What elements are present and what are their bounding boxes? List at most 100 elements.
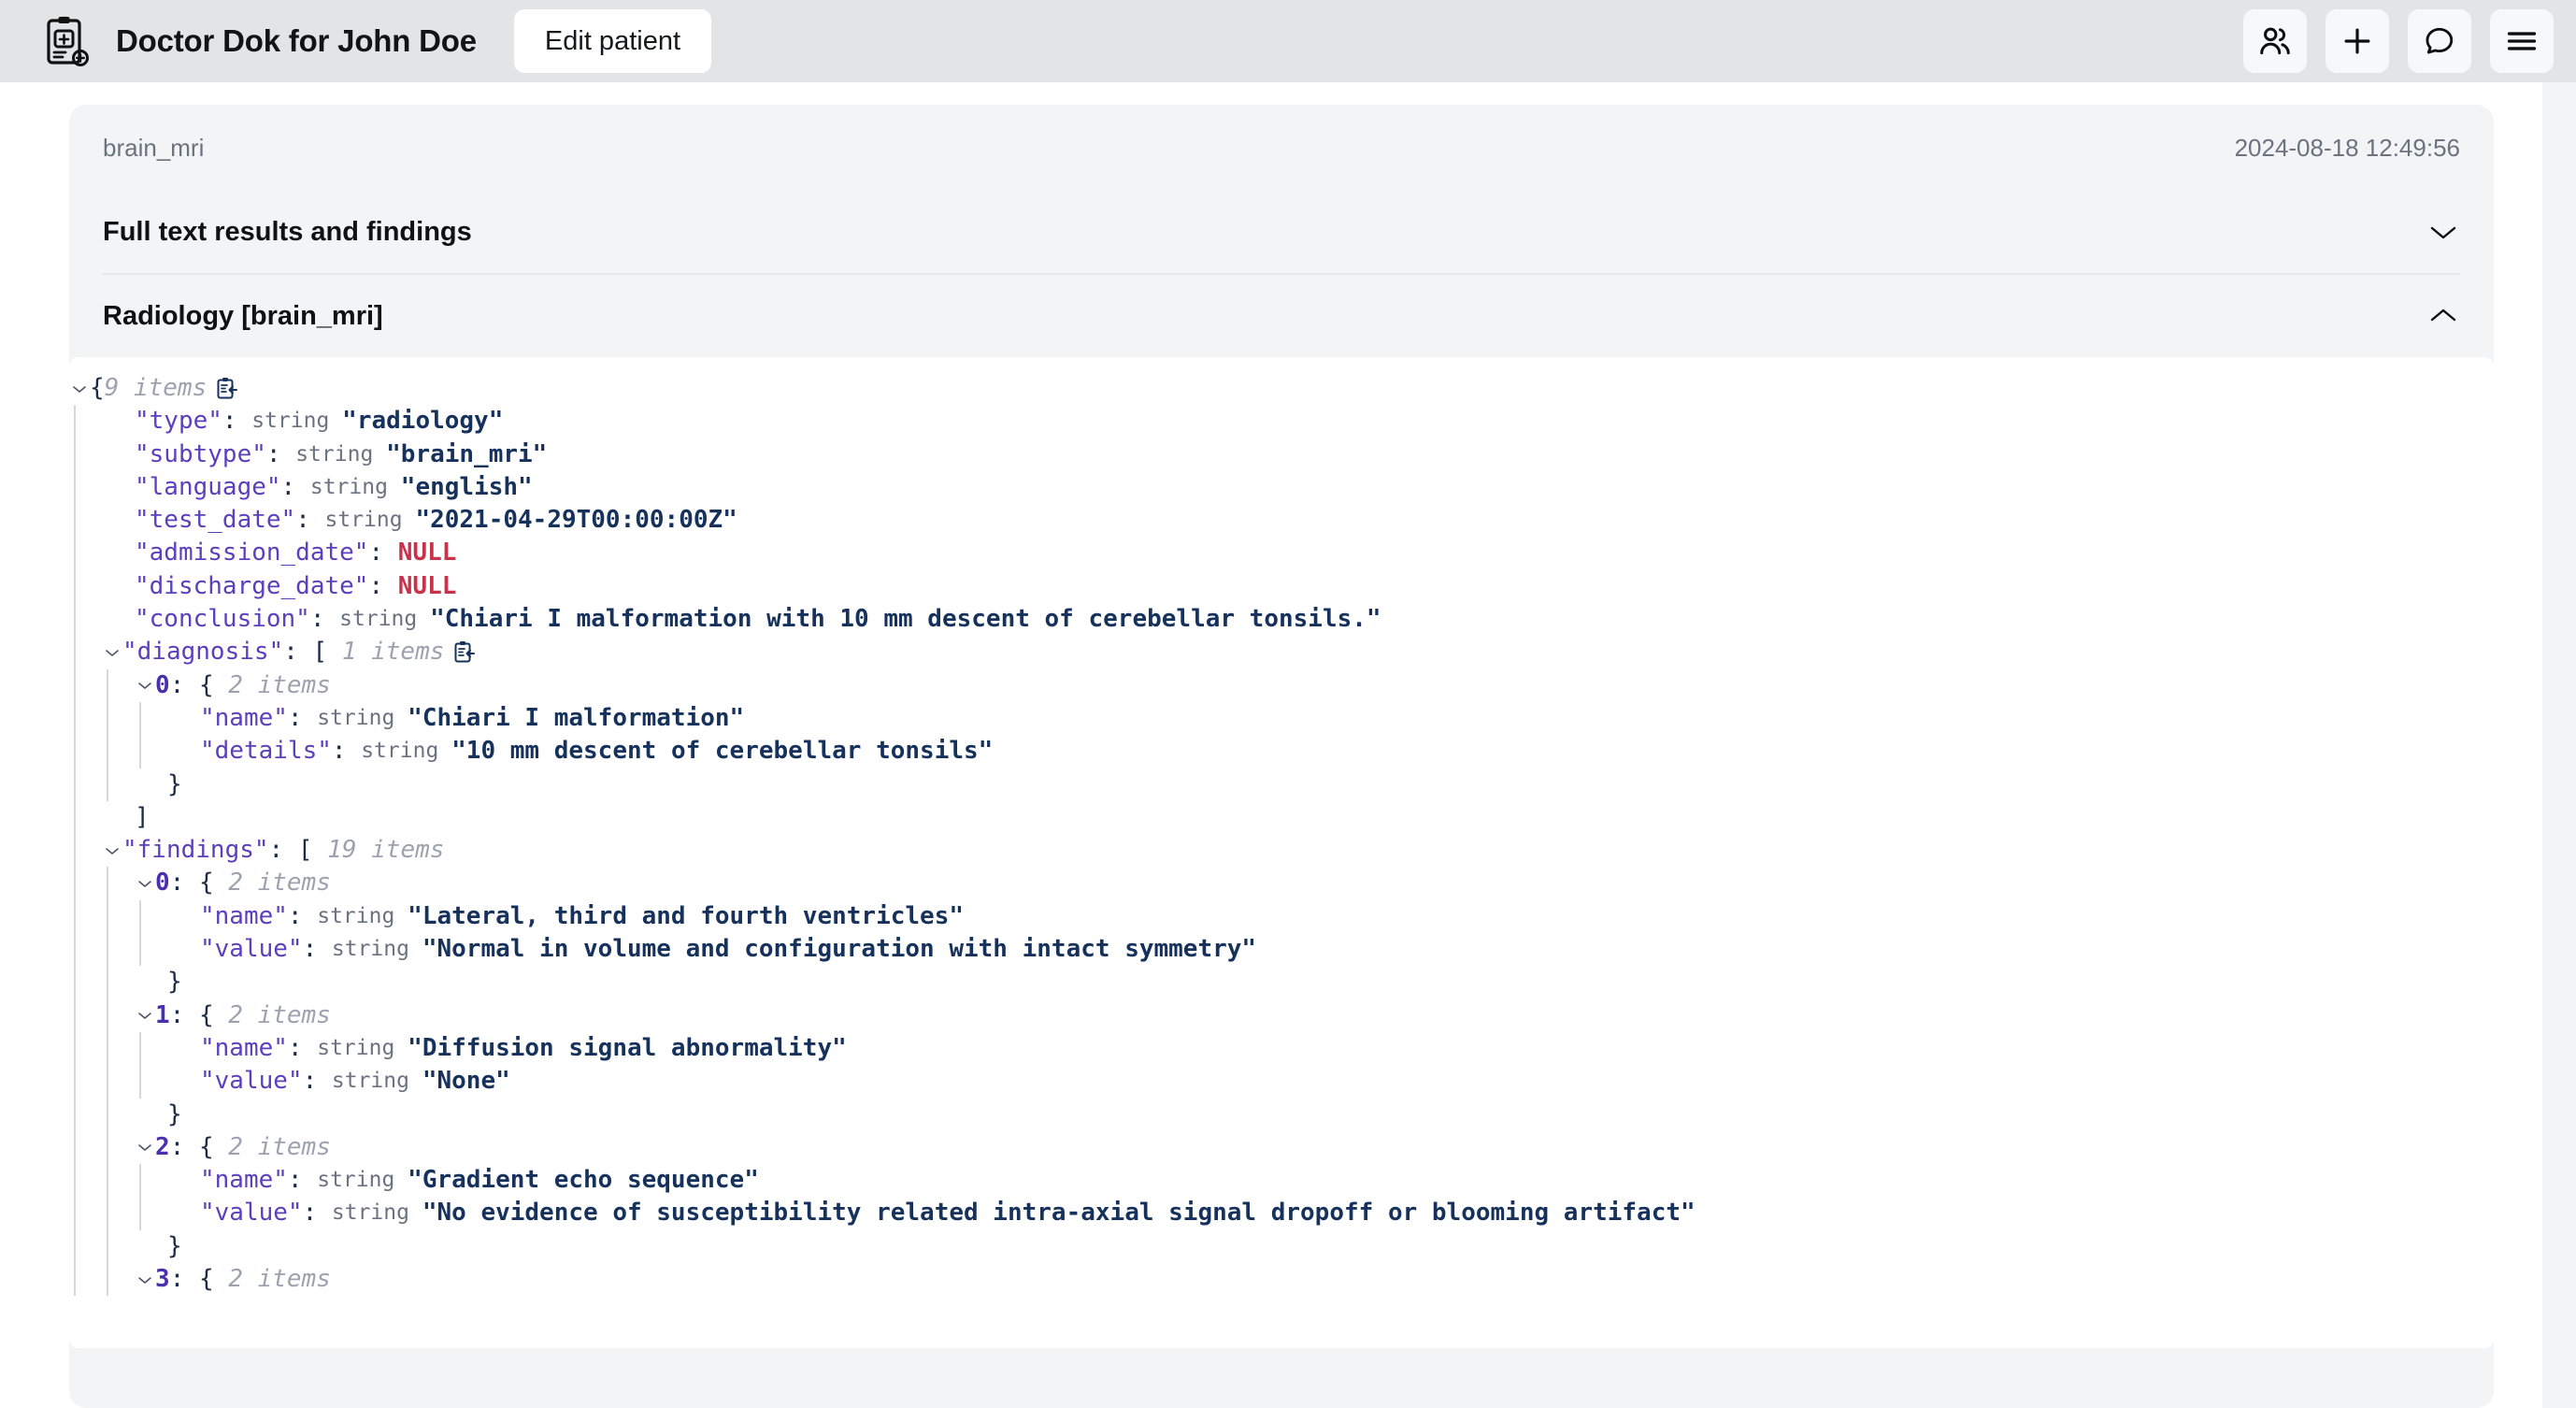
tree-guide-line (69, 405, 102, 438)
json-row: "conclusion": string "Chiari I malformat… (69, 603, 2494, 637)
json-array-index: 2 (155, 1132, 170, 1161)
json-key: "details" (200, 737, 332, 766)
json-string-value: "Diffusion signal abnormality" (408, 1033, 847, 1062)
json-row: } (69, 1098, 2494, 1132)
add-button[interactable] (2326, 9, 2389, 73)
json-item-count: 2 items (228, 869, 331, 898)
json-row: {9 items (69, 372, 2494, 405)
row-spacer (102, 504, 135, 537)
json-brace: [ (297, 836, 328, 865)
collapse-caret-icon[interactable] (135, 999, 155, 1032)
chevron-up-icon[interactable] (2426, 306, 2460, 326)
record-timestamp: 2024-08-18 12:49:56 (2234, 133, 2460, 162)
tree-guide-line (69, 438, 102, 472)
tree-guide-line (135, 1197, 167, 1231)
tree-guide-line (69, 603, 102, 637)
json-colon: : (302, 935, 332, 964)
tree-guide-line (69, 701, 102, 736)
json-type-label: string (317, 705, 408, 730)
record-panel-header: brain_mri 2024-08-18 12:49:56 (103, 105, 2460, 191)
accordion-radiology-header[interactable]: Radiology [brain_mri] (103, 275, 2460, 357)
json-brace: { (198, 1265, 229, 1294)
tree-guide-line (69, 800, 102, 835)
collapse-caret-icon[interactable] (135, 1263, 155, 1296)
json-key: "language" (135, 472, 281, 501)
json-string-value: "Gradient echo sequence" (408, 1166, 759, 1195)
tree-guide-line (102, 1229, 135, 1264)
json-type-label: string (317, 1168, 408, 1193)
json-type-label: string (251, 409, 343, 434)
chevron-down-icon[interactable] (2426, 222, 2460, 242)
tree-guide-line (69, 966, 102, 999)
json-key: "findings" (122, 836, 269, 865)
json-tree-viewer[interactable]: {9 items "type": string "radiology" "subty… (69, 357, 2494, 1348)
row-spacer (102, 537, 135, 569)
json-key: "discharge_date" (135, 571, 369, 600)
collapse-caret-icon[interactable] (135, 669, 155, 702)
copy-to-clipboard-icon[interactable] (453, 640, 476, 665)
collapse-caret-icon[interactable] (135, 867, 155, 899)
top-bar: Doctor Dok for John Doe Edit patient (0, 0, 2576, 82)
json-key: "conclusion" (135, 605, 310, 634)
menu-button[interactable] (2490, 9, 2554, 73)
json-colon: : (280, 472, 310, 501)
tree-guide-line (135, 899, 167, 934)
tree-guide-line (102, 933, 135, 967)
json-key: "value" (200, 935, 303, 964)
tree-guide-line (102, 999, 135, 1033)
json-key: "name" (200, 1033, 288, 1062)
json-type-label: string (317, 1035, 408, 1060)
row-spacer (167, 1065, 200, 1098)
json-string-value: "Chiari I malformation" (408, 703, 745, 732)
accordion-full-text-header[interactable]: Full text results and findings (103, 191, 2460, 273)
json-row: "value": string "None" (69, 1065, 2494, 1099)
tree-guide-line (135, 1031, 167, 1066)
row-spacer (135, 1230, 167, 1263)
row-spacer (167, 900, 200, 933)
tree-guide-line (135, 701, 167, 736)
json-row: 3: { 2 items (69, 1263, 2494, 1297)
tree-guide-line (69, 933, 102, 967)
json-type-label: string (339, 607, 431, 632)
json-colon: : (287, 703, 318, 732)
tree-guide-line (69, 1031, 102, 1066)
json-string-value: "Lateral, third and fourth ventricles" (408, 901, 964, 930)
json-null-value: NULL (397, 571, 457, 600)
page-body: brain_mri 2024-08-18 12:49:56 Full text … (0, 82, 2576, 1408)
json-colon: : (169, 869, 199, 898)
json-row: "name": string "Diffusion signal abnorma… (69, 1031, 2494, 1066)
edit-patient-button[interactable]: Edit patient (513, 9, 712, 73)
collapse-caret-icon[interactable] (102, 834, 122, 867)
tree-guide-line (135, 933, 167, 967)
collapse-caret-icon[interactable] (69, 372, 90, 405)
json-item-count: 2 items (228, 1000, 331, 1029)
collapse-caret-icon[interactable] (135, 1131, 155, 1164)
record-subtype-label: brain_mri (103, 133, 205, 162)
collapse-caret-icon[interactable] (102, 636, 122, 668)
tree-guide-line (102, 1197, 135, 1231)
json-colon: : (169, 1265, 199, 1294)
row-spacer (135, 769, 167, 801)
json-type-label: string (331, 1200, 422, 1226)
accordion-full-text: Full text results and findings (103, 191, 2460, 275)
tree-guide-line (69, 1197, 102, 1231)
json-array-index: 0 (155, 670, 170, 699)
tree-guide-line (102, 1065, 135, 1099)
json-colon: : (287, 901, 318, 930)
tree-guide-line (102, 1098, 135, 1132)
record-panel: brain_mri 2024-08-18 12:49:56 Full text … (69, 105, 2494, 1408)
patients-icon (2257, 23, 2293, 59)
row-spacer (167, 735, 200, 768)
json-colon: : (331, 737, 362, 766)
tree-guide-line (102, 1031, 135, 1066)
tree-guide-line (102, 899, 135, 934)
patients-button[interactable] (2243, 9, 2307, 73)
copy-to-clipboard-icon[interactable] (216, 377, 238, 401)
tree-guide-line (69, 867, 102, 901)
tree-guide-line (135, 1164, 167, 1198)
row-spacer (102, 405, 135, 438)
tree-guide-line (69, 504, 102, 538)
page-scrollbar-track[interactable] (2542, 82, 2576, 1408)
chat-button[interactable] (2408, 9, 2471, 73)
json-colon: : (309, 605, 340, 634)
